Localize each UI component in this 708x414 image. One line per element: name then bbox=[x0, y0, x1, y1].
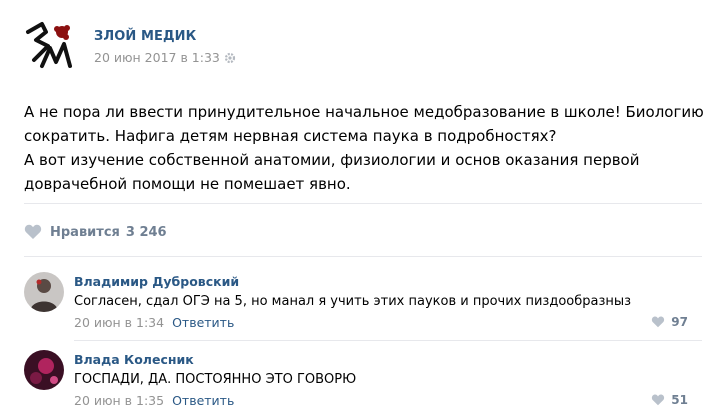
comment-like-count: 97 bbox=[671, 315, 688, 329]
wall-post: ЗЛОЙ МЕДИК 20 июн 2017 в 1:33 А не пора … bbox=[0, 0, 708, 414]
heart-icon bbox=[652, 316, 665, 328]
community-logo[interactable] bbox=[24, 20, 76, 72]
reply-button[interactable]: Ответить bbox=[172, 393, 234, 408]
post-text-line: А вот изучение собственной анатомии, физ… bbox=[24, 151, 640, 169]
divider bbox=[74, 340, 702, 341]
comment-meta: 20 июн в 1:35 Ответить bbox=[74, 393, 234, 408]
comment-meta: 20 июн в 1:34 Ответить bbox=[74, 315, 234, 330]
comment-date[interactable]: 20 июн в 1:35 bbox=[74, 393, 164, 408]
divider bbox=[24, 256, 702, 257]
post-date[interactable]: 20 июн 2017 в 1:33 bbox=[94, 50, 220, 65]
heart-icon bbox=[24, 224, 42, 239]
divider bbox=[24, 203, 702, 204]
post-text: А не пора ли ввести принудительное начал… bbox=[24, 100, 704, 196]
avatar[interactable] bbox=[24, 272, 64, 312]
like-label: Нравится bbox=[50, 224, 120, 240]
gear-icon[interactable] bbox=[224, 52, 236, 64]
comment-date[interactable]: 20 июн в 1:34 bbox=[74, 315, 164, 330]
comment-author-link[interactable]: Влада Колесник bbox=[74, 352, 194, 367]
comment-text: Согласен, сдал ОГЭ на 5, но манал я учит… bbox=[74, 294, 632, 309]
post-meta: 20 июн 2017 в 1:33 bbox=[94, 50, 236, 65]
zm-logo-icon bbox=[26, 22, 72, 68]
comment-like-button[interactable]: 51 bbox=[651, 393, 688, 407]
like-count: 3 246 bbox=[125, 224, 167, 240]
comment-text: ГОСПАДИ, ДА. ПОСТОЯННО ЭТО ГОВОРЮ bbox=[74, 372, 357, 387]
heart-icon bbox=[652, 394, 665, 406]
comment-like-count: 51 bbox=[671, 393, 688, 407]
comment-like-button[interactable]: 97 bbox=[651, 315, 688, 329]
comment-author-link[interactable]: Владимир Дубровский bbox=[74, 274, 239, 289]
reply-button[interactable]: Ответить bbox=[172, 315, 234, 330]
post-text-line: сократить. Нафига детям нервная система … bbox=[24, 127, 557, 145]
post-text-line: А не пора ли ввести принудительное начал… bbox=[24, 103, 704, 121]
post-text-line: доврачебной помощи не помешает явно. bbox=[24, 175, 351, 193]
like-button[interactable]: Нравится 3 246 bbox=[24, 222, 167, 242]
post-author-link[interactable]: ЗЛОЙ МЕДИК bbox=[94, 29, 196, 44]
avatar[interactable] bbox=[24, 350, 64, 390]
